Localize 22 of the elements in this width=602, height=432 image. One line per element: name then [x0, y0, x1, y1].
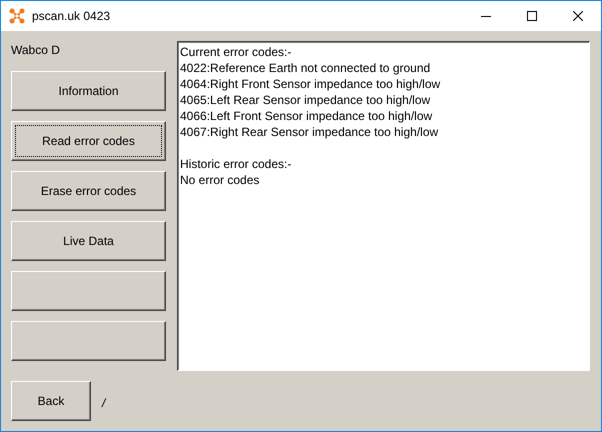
section-heading: Historic error codes:-: [180, 156, 292, 172]
output-line: 4064:Right Front Sensor impedance too high/low: [180, 76, 442, 92]
menu-button[interactable]: Information: [11, 71, 166, 111]
app-logo-icon: [9, 8, 25, 24]
window-title: pscan.uk 0423: [32, 9, 110, 23]
output-line: 4022:Reference Earth not connected to ground: [180, 60, 432, 76]
blank-button[interactable]: [11, 271, 166, 311]
close-icon: [573, 11, 583, 21]
output-line: No error codes: [180, 172, 260, 188]
menu-button[interactable]: Live Data: [11, 221, 166, 261]
output-line: 4065:Left Rear Sensor impedance too high/low: [180, 92, 432, 108]
output-line: 4067:Right Rear Sensor impedance too high/low: [180, 124, 440, 140]
blank-button[interactable]: [11, 321, 166, 361]
back-button[interactable]: Back: [11, 381, 91, 421]
section-heading: Current error codes:-: [180, 44, 292, 60]
maximize-icon: [527, 11, 537, 21]
menu-button[interactable]: Erase error codes: [11, 171, 166, 211]
device-label: Wabco D: [11, 42, 61, 59]
output-line: 4066:Left Front Sensor impedance too high/low: [180, 108, 434, 124]
status-text: /: [102, 396, 106, 410]
output-text-area[interactable]: [177, 41, 590, 371]
menu-button[interactable]: Read error codes: [11, 121, 166, 161]
